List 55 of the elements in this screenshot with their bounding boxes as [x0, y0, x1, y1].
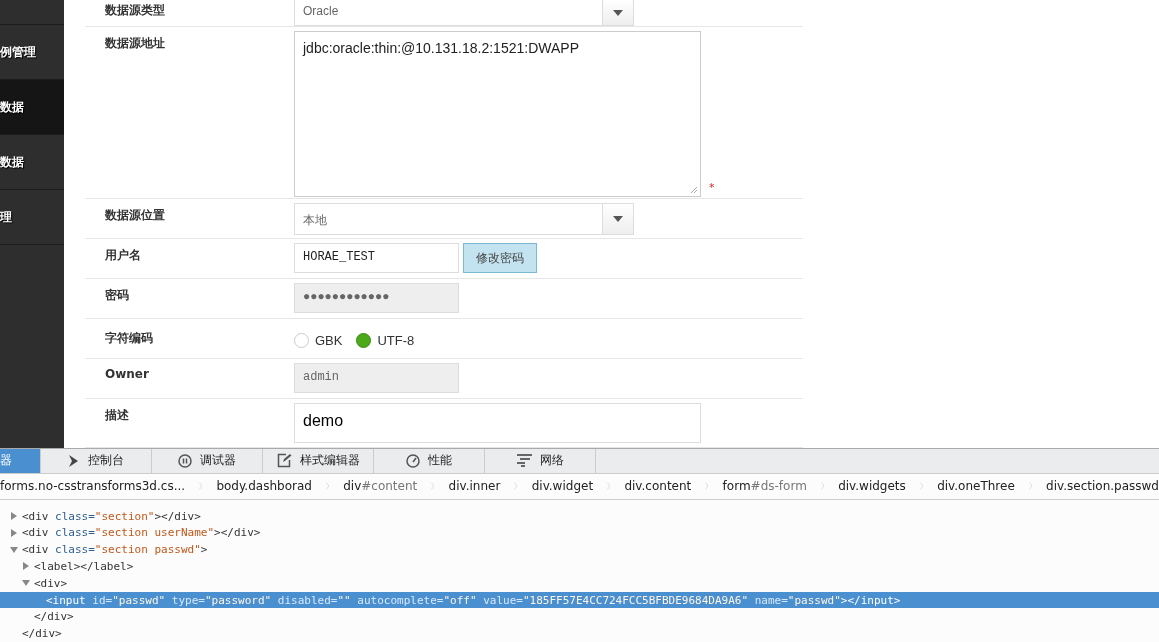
select-field[interactable]: 本地: [294, 202, 634, 235]
sidebar-item[interactable]: 数据: [0, 135, 64, 190]
breadcrumb-item[interactable]: div.widgets: [838, 479, 906, 494]
chevron-icon: [68, 453, 80, 468]
pause-icon: [178, 453, 192, 468]
breadcrumb-item[interactable]: div#content: [343, 479, 418, 494]
radio-label: UTF-8: [377, 332, 415, 348]
breadcrumb-item[interactable]: forms.no-csstransforms3d.cs...: [0, 479, 186, 494]
description-field[interactable]: demo: [294, 403, 701, 444]
required-mark: *: [709, 180, 715, 194]
breadcrumb-item[interactable]: form#ds-form: [722, 479, 807, 494]
markup-line[interactable]: <div class="section passwd">: [0, 541, 1159, 558]
markup-line[interactable]: <div class="section"></div>: [0, 507, 1159, 525]
devtools-tab[interactable]: 样式编辑器: [263, 448, 374, 473]
radio-button[interactable]: [356, 332, 372, 348]
markup-line[interactable]: </div>: [0, 608, 1159, 626]
sidebar-item[interactable]: 数据: [0, 80, 64, 135]
breadcrumb-item[interactable]: div.section.passwd: [1046, 479, 1159, 494]
devtools-tab[interactable]: 控制台: [41, 448, 152, 473]
field-label: Owner: [104, 367, 150, 384]
breadcrumb-item[interactable]: body.dashborad: [216, 479, 312, 494]
radio-button[interactable]: [294, 332, 309, 348]
collapsed-triangle-icon[interactable]: [10, 512, 18, 520]
markup-line[interactable]: <label></label>: [0, 558, 1159, 575]
breadcrumb-item[interactable]: div.oneThree: [937, 479, 1015, 494]
pencil-icon: [276, 453, 292, 469]
devtools-tab[interactable]: 调试器: [152, 448, 263, 473]
expanded-triangle-icon[interactable]: [22, 579, 30, 588]
devtools-tab[interactable]: 网络: [485, 448, 596, 473]
markup-line[interactable]: <div class="section userName"></div>: [0, 524, 1159, 542]
devtools-tab[interactable]: 性能: [374, 448, 485, 473]
expanded-triangle-icon[interactable]: [10, 545, 18, 554]
network-bars-icon: [516, 454, 532, 468]
field-label: 描述: [104, 407, 130, 425]
markup-line[interactable]: </div>: [0, 625, 1159, 642]
markup-line[interactable]: <div>: [0, 574, 1159, 592]
input-field[interactable]: HORAE_TEST: [294, 243, 459, 274]
resize-grip-icon[interactable]: [690, 185, 698, 194]
collapsed-triangle-icon[interactable]: [10, 528, 18, 537]
select-field[interactable]: Oracle: [294, 0, 634, 26]
field-label: 数据源类型: [104, 2, 166, 19]
field-label: 字符编码: [104, 330, 154, 348]
gauge-icon: [406, 453, 420, 468]
change-password-button[interactable]: 修改密码: [463, 243, 537, 274]
breadcrumb-item[interactable]: div.content: [624, 479, 692, 494]
address-textarea[interactable]: jdbc:oracle:thin:@10.131.18.2:1521:DWAPP: [294, 30, 701, 197]
sidebar-item[interactable]: 理: [0, 190, 64, 245]
radio-label: GBK: [315, 332, 343, 348]
field-label: 密码: [104, 287, 130, 305]
field-label: 数据源地址: [104, 34, 166, 52]
field-label: 用户名: [104, 247, 142, 265]
breadcrumb-item[interactable]: div.inner: [448, 479, 501, 494]
collapsed-triangle-icon[interactable]: [22, 562, 30, 571]
field-label: 数据源位置: [104, 206, 166, 224]
breadcrumb-item[interactable]: div.widget: [531, 479, 594, 494]
